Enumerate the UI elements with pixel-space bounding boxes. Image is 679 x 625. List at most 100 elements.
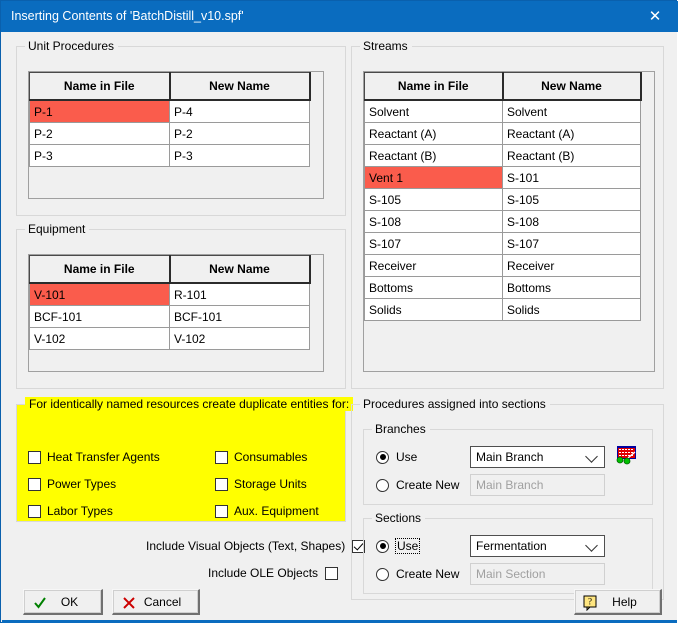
radio-sections-create-new[interactable]: Create New (376, 567, 459, 581)
table-row[interactable]: Reactant (A) Reactant (A) (364, 122, 641, 145)
checkbox-power-types[interactable]: Power Types (28, 477, 116, 491)
cell-new-name[interactable]: S-101 (502, 166, 641, 189)
column-header-name-in-file[interactable]: Name in File (29, 255, 171, 284)
table-row[interactable]: Solids Solids (364, 298, 641, 321)
column-header-name-in-file[interactable]: Name in File (364, 72, 504, 101)
cell-new-name[interactable]: Reactant (B) (502, 144, 641, 167)
checkbox-icon[interactable] (215, 450, 228, 464)
cell-name-in-file[interactable]: P-2 (29, 122, 170, 145)
window-title: Inserting Contents of 'BatchDistill_v10.… (11, 9, 244, 23)
checkbox-icon[interactable] (28, 477, 41, 491)
help-button[interactable]: ? Help (574, 589, 662, 615)
cell-new-name[interactable]: R-101 (169, 282, 310, 306)
table-row[interactable]: S-105 S-105 (364, 188, 641, 211)
radio-sections-use[interactable]: Use (376, 538, 421, 554)
table-row[interactable]: S-107 S-107 (364, 232, 641, 255)
cell-name-in-file[interactable]: Receiver (364, 254, 503, 277)
column-header-new-name[interactable]: New Name (502, 72, 642, 101)
streams-table-frame: Name in File New Name Solvent Solvent Re… (363, 71, 655, 372)
table-row[interactable]: BCF-101 BCF-101 (29, 305, 310, 328)
cell-name-in-file[interactable]: V-102 (29, 327, 170, 350)
table-row[interactable]: S-108 S-108 (364, 210, 641, 233)
branch-editor-icon[interactable] (616, 445, 638, 465)
cell-new-name[interactable]: S-108 (502, 210, 641, 233)
table-row[interactable]: V-101 R-101 (29, 282, 310, 306)
table-row[interactable]: Vent 1 S-101 (364, 166, 641, 189)
checkbox-icon[interactable] (215, 504, 228, 518)
checkbox-aux-equipment[interactable]: Aux. Equipment (215, 504, 319, 518)
radio-branches-create-new[interactable]: Create New (376, 478, 459, 492)
checkbox-label: Power Types (47, 477, 117, 491)
table-row[interactable]: P-3 P-3 (29, 144, 310, 167)
cell-name-in-file[interactable]: S-105 (364, 188, 503, 211)
cell-new-name[interactable]: S-107 (502, 232, 641, 255)
radio-icon[interactable] (376, 450, 389, 464)
cell-new-name[interactable]: Solids (502, 298, 641, 321)
cell-name-in-file[interactable]: P-3 (29, 144, 170, 167)
checkbox-consumables[interactable]: Consumables (215, 450, 307, 464)
cell-name-in-file[interactable]: Reactant (A) (364, 122, 503, 145)
checkbox-include-ole-objects[interactable]: Include OLE Objects (208, 566, 339, 580)
cell-name-in-file[interactable]: S-107 (364, 232, 503, 255)
table-row[interactable]: P-2 P-2 (29, 122, 310, 145)
checkbox-icon[interactable] (325, 566, 339, 580)
cell-name-in-file[interactable]: Vent 1 (364, 166, 503, 189)
table-row[interactable]: Receiver Receiver (364, 254, 641, 277)
equipment-rows: V-101 R-101 BCF-101 BCF-101 V-102 V-102 (29, 282, 310, 350)
table-row[interactable]: P-1 P-4 (29, 99, 310, 123)
cell-new-name[interactable]: BCF-101 (169, 305, 310, 328)
cell-new-name[interactable]: S-105 (502, 188, 641, 211)
cell-name-in-file[interactable]: V-101 (29, 282, 170, 306)
cell-new-name[interactable]: Solvent (502, 99, 641, 123)
cell-new-name[interactable]: Bottoms (502, 276, 641, 299)
checkbox-include-visual-objects[interactable]: Include Visual Objects (Text, Shapes) (146, 539, 366, 553)
column-header-name-in-file[interactable]: Name in File (29, 72, 171, 101)
checkbox-label: Labor Types (47, 504, 113, 518)
streams-table[interactable]: Name in File New Name Solvent Solvent Re… (364, 72, 642, 321)
cell-name-in-file[interactable]: S-108 (364, 210, 503, 233)
cancel-button-label: Cancel (143, 594, 182, 609)
column-header-new-name[interactable]: New Name (169, 72, 311, 101)
cell-new-name[interactable]: V-102 (169, 327, 310, 350)
cell-name-in-file[interactable]: Bottoms (364, 276, 503, 299)
chevron-down-icon[interactable] (585, 539, 598, 552)
equipment-table[interactable]: Name in File New Name V-101 R-101 BCF-10… (29, 255, 311, 350)
checkbox-icon[interactable] (28, 504, 41, 518)
table-row[interactable]: Bottoms Bottoms (364, 276, 641, 299)
cell-name-in-file[interactable]: Reactant (B) (364, 144, 503, 167)
branch-new-name-input[interactable]: Main Branch (470, 474, 605, 496)
table-row[interactable]: Reactant (B) Reactant (B) (364, 144, 641, 167)
chevron-down-icon[interactable] (585, 450, 598, 463)
cancel-button[interactable]: Cancel (112, 589, 200, 615)
checkbox-icon[interactable] (215, 477, 228, 491)
table-row[interactable]: Solvent Solvent (364, 99, 641, 123)
cell-name-in-file[interactable]: Solids (364, 298, 503, 321)
checkbox-heat-transfer-agents[interactable]: Heat Transfer Agents (28, 450, 160, 464)
section-new-name-input[interactable]: Main Section (470, 563, 605, 585)
radio-icon[interactable] (376, 478, 389, 492)
checkbox-labor-types[interactable]: Labor Types (28, 504, 113, 518)
branch-select[interactable]: Main Branch (470, 446, 605, 468)
radio-label: Create New (396, 567, 460, 581)
cell-new-name[interactable]: P-3 (169, 144, 310, 167)
group-streams: Streams Name in File New Name Solvent So… (351, 39, 664, 389)
cell-name-in-file[interactable]: BCF-101 (29, 305, 170, 328)
radio-icon[interactable] (376, 539, 389, 553)
column-header-new-name[interactable]: New Name (169, 255, 311, 284)
radio-branches-use[interactable]: Use (376, 450, 417, 464)
unit-procedures-table[interactable]: Name in File New Name P-1 P-4 P-2 P-2 P-… (29, 72, 311, 167)
checkbox-storage-units[interactable]: Storage Units (215, 477, 307, 491)
table-row[interactable]: V-102 V-102 (29, 327, 310, 350)
cell-new-name[interactable]: P-4 (169, 99, 310, 123)
cell-new-name[interactable]: Receiver (502, 254, 641, 277)
cell-name-in-file[interactable]: Solvent (364, 99, 503, 123)
ok-button[interactable]: OK (23, 589, 103, 615)
table-header-row: Name in File New Name (29, 72, 311, 101)
close-icon[interactable]: ✕ (632, 1, 678, 32)
section-select[interactable]: Fermentation (470, 535, 605, 557)
cell-name-in-file[interactable]: P-1 (29, 99, 170, 123)
cell-new-name[interactable]: Reactant (A) (502, 122, 641, 145)
cell-new-name[interactable]: P-2 (169, 122, 310, 145)
checkbox-icon[interactable] (28, 450, 41, 464)
radio-icon[interactable] (376, 567, 389, 581)
